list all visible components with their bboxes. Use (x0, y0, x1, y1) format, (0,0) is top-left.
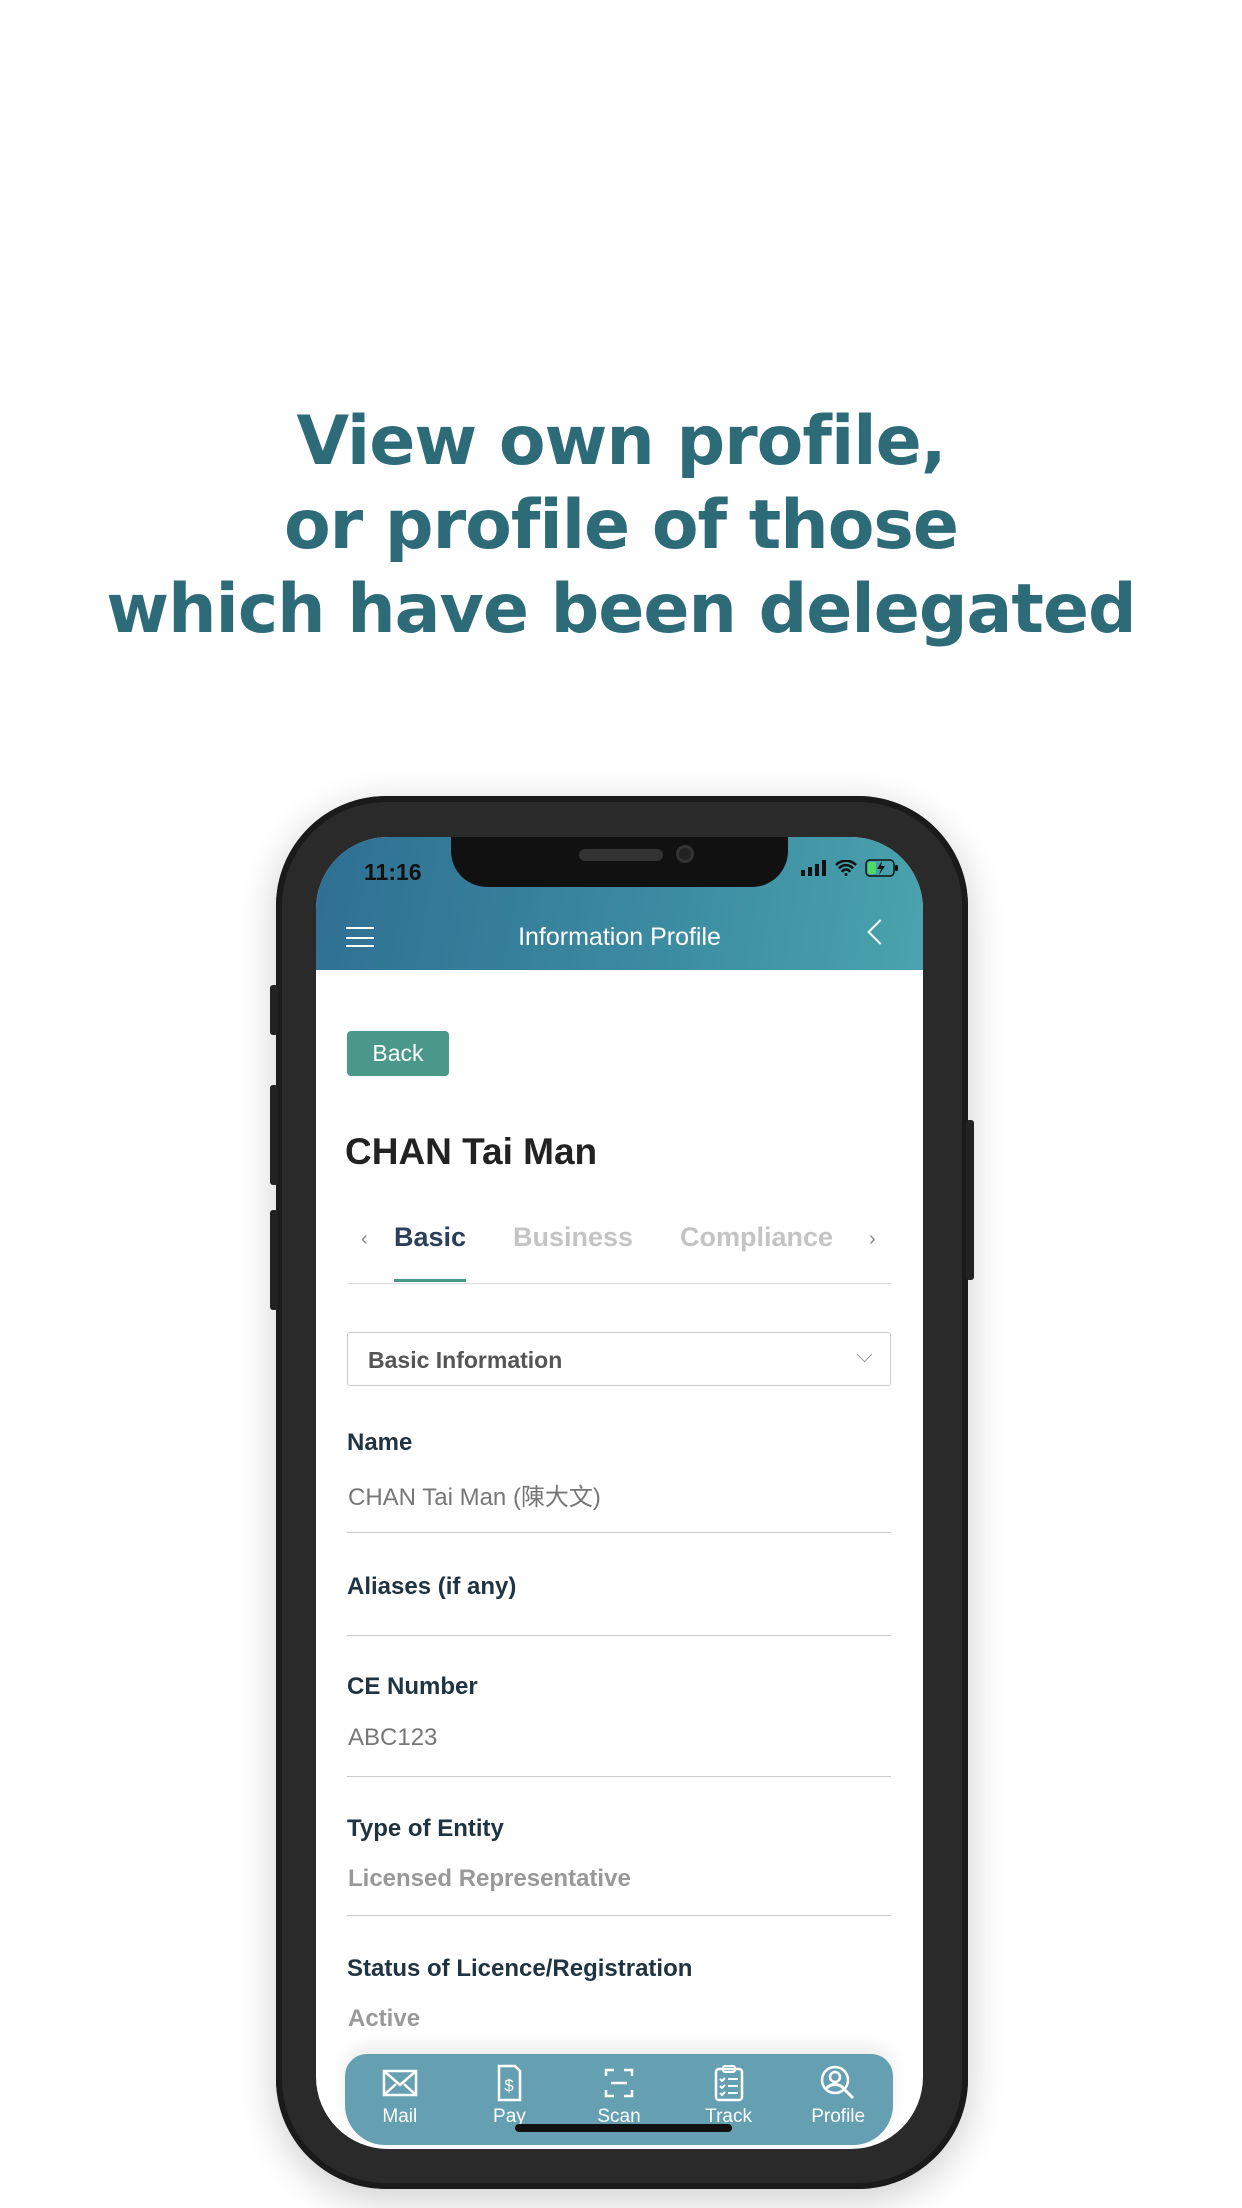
user-search-icon (820, 2065, 855, 2100)
tab-scroll-right-icon[interactable]: › (869, 1228, 876, 1251)
headline: View own profile, or profile of those wh… (0, 400, 1242, 652)
tab-business[interactable]: Business (513, 1222, 633, 1253)
field-entity-type: Type of Entity Licensed Representative (347, 1815, 891, 1916)
headline-line: which have been delegated (106, 570, 1136, 649)
nav-pay[interactable]: $ Pay (464, 2064, 554, 2145)
field-value: ABC123 (348, 1724, 438, 1751)
field-name: Name CHAN Tai Man (陳大文) (347, 1429, 891, 1533)
header-title: Information Profile (518, 923, 721, 951)
status-icons (801, 859, 899, 877)
tab-basic[interactable]: Basic (394, 1222, 466, 1253)
notch (451, 837, 788, 887)
field-value: Licensed Representative (348, 1865, 631, 1892)
field-ce-number: CE Number ABC123 (347, 1673, 891, 1777)
nav-label: Profile (811, 2106, 866, 2127)
tab-scroll-left-icon[interactable]: ‹ (361, 1228, 368, 1251)
clipboard-checklist-icon (714, 2065, 743, 2102)
field-label: Name (347, 1429, 413, 1456)
nav-track[interactable]: Track (684, 2064, 774, 2145)
status-time: 11:16 (364, 859, 422, 885)
signal-icon (801, 860, 826, 876)
tab-active-indicator (394, 1279, 466, 1282)
field-label: Status of Licence/Registration (347, 1955, 693, 1982)
nav-scan[interactable]: Scan (574, 2064, 664, 2145)
field-label: CE Number (347, 1673, 478, 1700)
headline-line: or profile of those (283, 486, 959, 565)
nav-profile[interactable]: Profile (793, 2064, 883, 2145)
phone-volume-down (270, 1210, 278, 1310)
headline-line: View own profile, (296, 402, 946, 481)
profile-tabs: ‹ Basic Business Compliance › (347, 1222, 891, 1284)
nav-mail[interactable]: Mail (355, 2064, 445, 2145)
profile-name: CHAN Tai Man (345, 1131, 598, 1172)
battery-charging-icon (865, 859, 898, 877)
phone-mute-button (270, 985, 278, 1035)
nav-label: Mail (382, 2106, 418, 2127)
scan-icon (604, 2068, 634, 2098)
phone-power-button (966, 1120, 974, 1280)
home-indicator[interactable] (515, 2124, 732, 2132)
field-label: Type of Entity (347, 1815, 504, 1842)
field-aliases: Aliases (if any) (347, 1573, 891, 1636)
section-select[interactable]: Basic Information (347, 1332, 891, 1386)
tab-compliance[interactable]: Compliance (680, 1222, 833, 1253)
bill-dollar-icon: $ (498, 2064, 522, 2102)
svg-text:$: $ (505, 2076, 515, 2095)
app-header: 11:16 Information Profile (316, 837, 923, 970)
field-value: CHAN Tai Man (陳大文) (348, 1484, 601, 1511)
chevron-down-icon (856, 1346, 873, 1363)
wifi-icon (835, 860, 857, 876)
back-button[interactable]: Back (347, 1031, 449, 1076)
mail-icon (382, 2069, 418, 2097)
phone-volume-up (270, 1085, 278, 1185)
field-value: Active (348, 2005, 421, 2032)
field-label: Aliases (if any) (347, 1573, 517, 1600)
section-select-value: Basic Information (368, 1347, 563, 1373)
app-screen: 11:16 Information Profile Back CHAN Tai … (316, 837, 923, 2149)
